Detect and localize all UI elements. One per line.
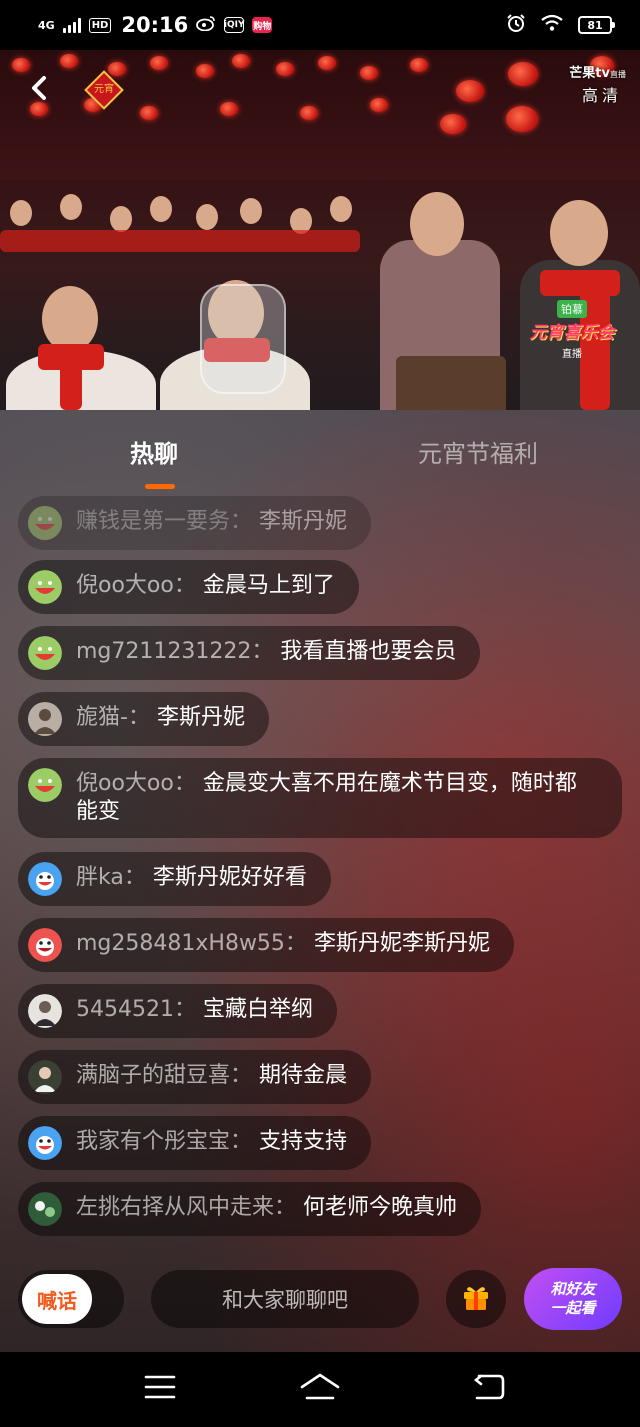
tab-hot-chat[interactable]: 热聊 — [130, 434, 178, 469]
chat-message: 左挑右择从风中走来： 何老师今晚真帅 — [18, 1182, 482, 1236]
chat-message: 胖ka： 李斯丹妮好好看 — [18, 852, 331, 906]
gift-icon — [461, 1282, 491, 1316]
chevron-left-icon — [27, 75, 53, 105]
live-label: 直播 — [562, 349, 582, 360]
chat-message: 赚钱是第一要务： 李斯丹妮 — [18, 496, 372, 550]
sponsor-tag: 铂慕 — [557, 300, 587, 318]
back-nav-button[interactable] — [468, 1372, 508, 1406]
home-button[interactable] — [300, 1372, 340, 1406]
photo-avatar-icon — [28, 1060, 62, 1094]
chat-message: 满脑子的甜豆喜： 期待金晨 — [18, 1050, 372, 1104]
signal-icon — [62, 17, 81, 33]
menu-icon — [144, 1374, 176, 1404]
weibo-icon — [196, 15, 216, 35]
mango-avatar-icon — [28, 506, 62, 540]
quality-selector[interactable]: 高清 — [582, 82, 622, 106]
chat-input[interactable]: 和大家聊聊吧 — [151, 1270, 419, 1328]
back-button[interactable] — [24, 74, 56, 106]
network-type: 4G — [38, 18, 55, 32]
status-left: 4G HD 20:16 iQIY 购物 — [38, 13, 273, 37]
back-arrow-icon — [471, 1373, 505, 1405]
recent-apps-button[interactable] — [140, 1372, 180, 1406]
show-name: 元宵喜乐会 — [529, 323, 615, 343]
wifi-icon — [540, 14, 564, 36]
chat-message: 倪oo大oo： 金晨马上到了 — [18, 560, 359, 614]
red-avatar-icon — [28, 928, 62, 962]
photo-avatar-icon — [28, 702, 62, 736]
chat-message: mg258481xH8w55： 李斯丹妮李斯丹妮 — [18, 918, 514, 972]
tab-indicator — [145, 484, 175, 489]
shout-toggle[interactable]: 喊话 — [18, 1270, 124, 1328]
mango-avatar-icon — [28, 570, 62, 604]
chat-message: mg7211231222： 我看直播也要会员 — [18, 626, 481, 680]
shopping-app-icon: 购物 — [252, 17, 273, 33]
shout-button[interactable]: 喊话 — [22, 1274, 92, 1324]
status-right: 81 — [506, 13, 615, 37]
chat-message: 我家有个彤宝宝： 支持支持 — [18, 1116, 372, 1170]
blue-avatar-icon — [28, 1126, 62, 1160]
iqiyi-icon: iQIY — [224, 17, 245, 33]
battery-icon: 81 — [578, 16, 615, 34]
chat-message: 倪oo大oo： 金晨变大喜不用在魔术节目变，随时都能变 — [18, 758, 622, 838]
home-icon — [299, 1372, 341, 1406]
clock: 20:16 — [121, 13, 189, 37]
show-logo: 铂慕 元宵喜乐会 直播 — [528, 298, 616, 360]
chat-message: 5454521： 宝藏白举纲 — [18, 984, 337, 1038]
lantern-decoration — [0, 98, 640, 138]
gift-button[interactable] — [446, 1270, 506, 1328]
tab-lantern-welfare[interactable]: 元宵节福利 — [418, 434, 538, 469]
chat-message: 旎猫-： 李斯丹妮 — [18, 692, 269, 746]
hd-badge: HD — [88, 17, 112, 33]
mango-avatar-icon — [28, 636, 62, 670]
system-nav-bar — [0, 1352, 640, 1427]
photo-avatar-icon — [28, 1192, 62, 1226]
mango-avatar-icon — [28, 768, 62, 802]
chat-list[interactable]: 赚钱是第一要务： 李斯丹妮 倪oo大oo： 金晨马上到了 mg721123122… — [0, 496, 640, 1260]
watch-with-friends-button[interactable]: 和好友 一起看 — [524, 1268, 622, 1330]
status-bar: 4G HD 20:16 iQIY 购物 81 — [0, 0, 640, 50]
chat-panel: 热聊 元宵节福利 赚钱是第一要务： 李斯丹妮 倪oo大oo： 金晨马上到了 mg… — [0, 410, 640, 1352]
alarm-icon — [506, 13, 526, 37]
audience — [0, 180, 640, 410]
chat-bottom-bar: 喊话 和大家聊聊吧 和好友 一起看 — [0, 1268, 640, 1332]
live-video-player[interactable]: 元宵 芒果tv直播 高清 铂慕 元宵喜乐会 直播 — [0, 50, 640, 410]
mango-tv-logo: 芒果tv直播 — [569, 66, 626, 81]
tab-bar: 热聊 元宵节福利 — [0, 410, 640, 500]
blue-avatar-icon — [28, 862, 62, 896]
photo-avatar-icon — [28, 994, 62, 1028]
